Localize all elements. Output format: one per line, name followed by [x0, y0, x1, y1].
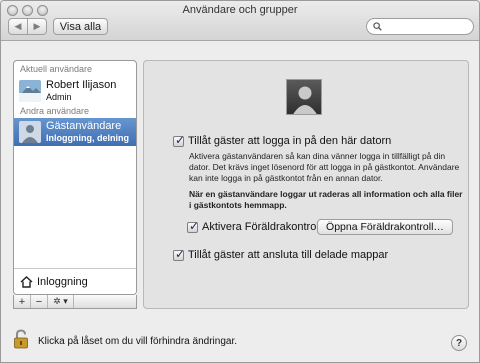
parental-controls-option[interactable]: Aktivera Föräldrakontroll — [187, 219, 322, 233]
allow-guest-description: Aktivera gästanvändaren så kan dina vänn… — [189, 151, 460, 183]
title-bar: Användare och grupper ◀ ▶ Visa alla — [1, 1, 479, 41]
bottom-bar: Klicka på låset om du vill förhindra änd… — [1, 317, 479, 362]
user-name: Gästanvändare — [46, 120, 122, 132]
lock-icon[interactable] — [13, 329, 29, 349]
parental-controls-checkbox[interactable] — [187, 219, 199, 233]
list-controls: + − ✲ ▾ — [13, 295, 137, 309]
open-parental-controls-button[interactable]: Öppna Föräldrakontroll… — [317, 219, 453, 235]
shared-folders-label: Tillåt gäster att ansluta till delade ma… — [188, 249, 389, 261]
login-options-label: Inloggning — [37, 275, 88, 288]
add-user-button[interactable]: + — [14, 295, 31, 308]
user-info: Robert Ilijason Admin — [46, 79, 116, 103]
gear-menu-button[interactable]: ✲ ▾ — [48, 295, 74, 308]
guest-picture-icon[interactable] — [286, 79, 322, 115]
preferences-window: Användare och grupper ◀ ▶ Visa alla Aktu… — [0, 0, 480, 363]
guest-logout-note: När en gästanvändare loggar ut raderas a… — [189, 189, 463, 210]
search-icon — [373, 22, 382, 31]
current-user-header: Aktuell användare — [20, 64, 93, 74]
avatar — [19, 80, 41, 102]
allow-guest-login-option[interactable]: Tillåt gäster att logga in på den här da… — [173, 133, 392, 147]
user-row-guest[interactable]: Gästanvändare Inloggning, delning — [14, 118, 136, 146]
allow-guest-login-label: Tillåt gäster att logga in på den här da… — [188, 135, 392, 147]
user-status: Inloggning, delning — [46, 133, 129, 143]
back-forward-control: ◀ ▶ — [8, 18, 47, 35]
forward-button[interactable]: ▶ — [27, 19, 46, 34]
back-button[interactable]: ◀ — [9, 19, 27, 34]
allow-guest-login-checkbox[interactable] — [173, 133, 185, 147]
lock-status-text: Klicka på låset om du vill förhindra änd… — [38, 336, 237, 347]
user-name: Robert Ilijason — [46, 79, 117, 91]
user-role: Admin — [46, 92, 72, 102]
parental-controls-label: Aktivera Föräldrakontroll — [202, 221, 322, 233]
user-info: Gästanvändare Inloggning, delning — [46, 120, 129, 144]
user-list: Aktuell användare Robert Ilijason Admin … — [13, 60, 137, 295]
guest-avatar-icon — [19, 121, 41, 143]
shared-folders-checkbox[interactable] — [173, 247, 185, 261]
remove-user-button[interactable]: − — [31, 295, 48, 308]
login-options-item[interactable]: Inloggning — [14, 268, 136, 294]
window-title: Användare och grupper — [182, 4, 298, 16]
user-row-current[interactable]: Robert Ilijason Admin — [14, 77, 136, 105]
help-button[interactable]: ? — [451, 335, 467, 351]
search-field[interactable] — [366, 18, 474, 35]
show-all-button[interactable]: Visa alla — [53, 18, 108, 35]
shared-folders-option[interactable]: Tillåt gäster att ansluta till delade ma… — [173, 247, 389, 261]
house-icon — [20, 275, 33, 288]
search-input[interactable] — [385, 21, 471, 32]
other-users-header: Andra användare — [20, 106, 90, 116]
